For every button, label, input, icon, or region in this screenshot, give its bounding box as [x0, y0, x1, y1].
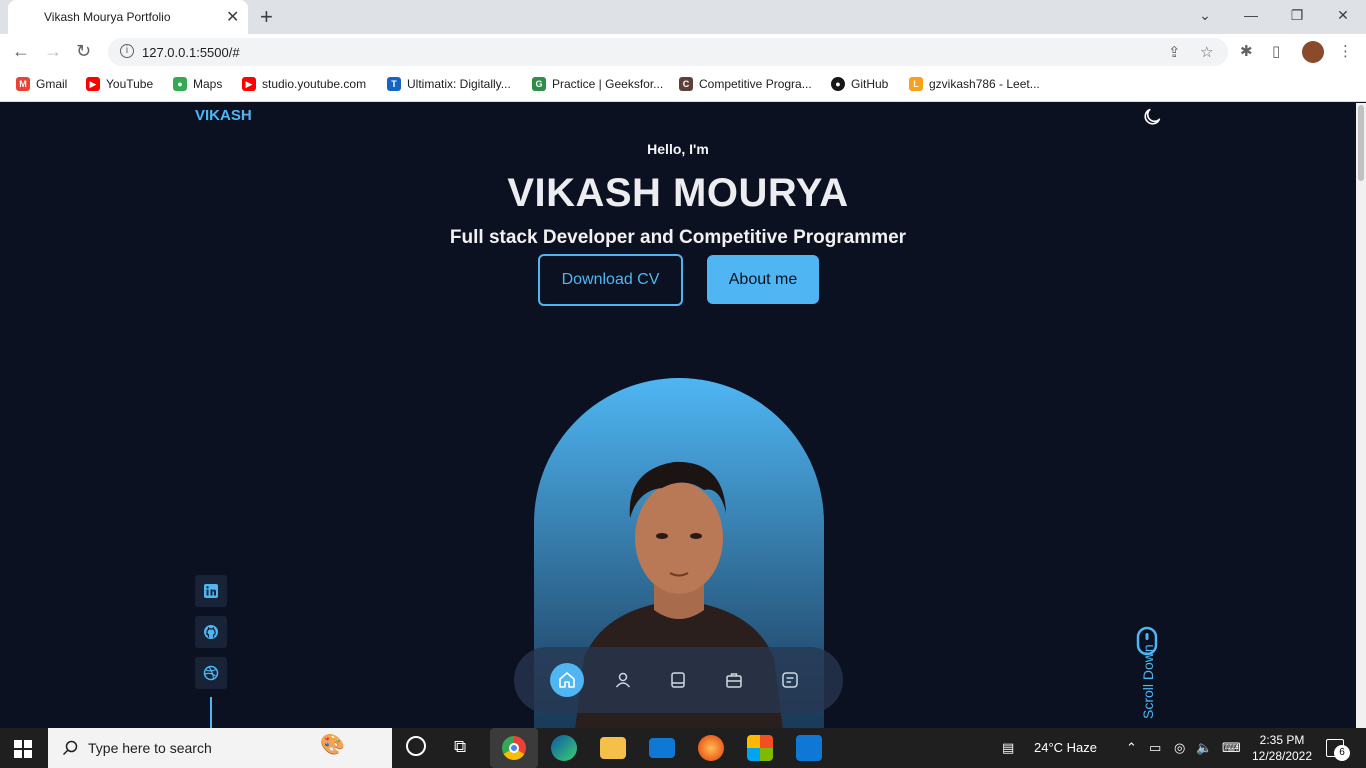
scroll-down-label[interactable]: Scroll Down: [1140, 623, 1156, 719]
firefox-icon[interactable]: [698, 735, 724, 761]
github-link[interactable]: [195, 616, 227, 648]
file-explorer-icon[interactable]: [600, 737, 626, 759]
tab-search-icon[interactable]: ⌄: [1182, 0, 1228, 34]
taskbar-chrome-active[interactable]: [490, 728, 538, 768]
user-icon: [615, 672, 631, 688]
bookmark-gmail[interactable]: M Gmail: [16, 77, 67, 91]
browser-tab-bar: Vikash Mourya Portfolio ✕ + ⌄ — ❐ ✕: [0, 0, 1366, 34]
windows-start-icon[interactable]: [14, 740, 32, 758]
github-icon: [204, 625, 218, 639]
chrome-menu-icon[interactable]: ⋮: [1338, 42, 1353, 60]
taskbar-clock[interactable]: 2:35 PM 12/28/2022: [1250, 732, 1314, 764]
browser-tab[interactable]: Vikash Mourya Portfolio ✕: [8, 0, 248, 34]
url-text[interactable]: 127.0.0.1:5500/#: [142, 45, 240, 60]
briefcase-icon: [726, 673, 742, 688]
window-controls: ⌄ — ❐ ✕: [1182, 0, 1366, 34]
close-window-button[interactable]: ✕: [1320, 0, 1366, 34]
bookmark-geeksforgeeks[interactable]: G Practice | Geeksfor...: [532, 77, 663, 91]
new-tab-button[interactable]: +: [260, 4, 273, 30]
meet-now-icon[interactable]: ◎: [1174, 740, 1185, 756]
tata-icon: T: [387, 77, 401, 91]
bookmark-maps[interactable]: ● Maps: [173, 77, 222, 91]
bookmark-youtube[interactable]: ▶ YouTube: [86, 77, 153, 91]
download-cv-button[interactable]: Download CV: [538, 254, 683, 306]
about-me-button[interactable]: About me: [707, 255, 819, 304]
nav-contact[interactable]: [773, 663, 807, 697]
nav-home[interactable]: [550, 663, 584, 697]
nav-portfolio[interactable]: [717, 663, 751, 697]
bottom-navigation: [514, 647, 843, 713]
profile-avatar[interactable]: [1302, 41, 1324, 63]
nav-about[interactable]: [606, 663, 640, 697]
reload-button[interactable]: ↻: [76, 41, 91, 62]
social-links: [195, 575, 227, 698]
forward-button[interactable]: →: [44, 41, 62, 62]
portfolio-page: VIKASH Hello, I'm VIKASH MOURYA Full sta…: [0, 103, 1356, 728]
minimize-button[interactable]: —: [1228, 0, 1274, 34]
share-icon[interactable]: ⇪: [1168, 43, 1181, 61]
linkedin-icon: [204, 584, 218, 598]
notification-count-badge: 6: [1334, 745, 1350, 761]
cc-icon: C: [679, 77, 693, 91]
github-icon: ●: [831, 77, 845, 91]
bookmark-star-icon[interactable]: ☆: [1200, 43, 1213, 61]
search-icon: [62, 740, 78, 756]
youtube-icon: ▶: [86, 77, 100, 91]
keyboard-icon[interactable]: ⌨: [1222, 740, 1241, 756]
bookmark-github[interactable]: ● GitHub: [831, 77, 888, 91]
hero-name: VIKASH MOURYA: [507, 171, 849, 215]
bookmark-competitive-programming[interactable]: C Competitive Progra...: [679, 77, 812, 91]
clock-date: 12/28/2022: [1251, 749, 1313, 763]
volume-icon[interactable]: 🔈: [1196, 740, 1212, 756]
book-icon: [671, 672, 685, 688]
tab-title: Vikash Mourya Portfolio: [44, 10, 171, 24]
dribbble-icon: [203, 665, 219, 681]
store-icon[interactable]: [747, 735, 773, 761]
message-icon: [782, 672, 798, 688]
bookmark-studio-youtube[interactable]: ▶ studio.youtube.com: [242, 77, 366, 91]
bookmark-ultimatix[interactable]: T Ultimatix: Digitally...: [387, 77, 511, 91]
cortana-icon[interactable]: [406, 736, 426, 756]
dribbble-link[interactable]: [195, 657, 227, 689]
leetcode-icon: L: [909, 77, 923, 91]
edge-icon[interactable]: [551, 735, 577, 761]
geeksforgeeks-icon: G: [532, 77, 546, 91]
bookmarks-bar: M Gmail ▶ YouTube ● Maps ▶ studio.youtube.co…: [0, 70, 1366, 102]
hero-role: Full stack Developer and Competitive Pro…: [449, 227, 907, 248]
taskbar-search-box[interactable]: Type here to search 🎨: [48, 728, 392, 768]
scrollbar-thumb[interactable]: [1358, 105, 1364, 181]
home-icon: [559, 672, 575, 688]
clock-time: 2:35 PM: [1259, 733, 1305, 747]
back-button[interactable]: ←: [12, 41, 30, 62]
tab-close-icon[interactable]: ✕: [226, 7, 239, 27]
studio-youtube-icon: ▶: [242, 77, 256, 91]
restore-button[interactable]: ❐: [1274, 0, 1320, 34]
extensions-icon[interactable]: ✱: [1240, 42, 1253, 60]
vscode-icon[interactable]: [796, 735, 822, 761]
mail-icon[interactable]: [649, 738, 675, 758]
nav-experience[interactable]: [661, 663, 695, 697]
weather-icon[interactable]: ▤: [1002, 740, 1014, 756]
weather-text[interactable]: 24°C Haze: [1034, 740, 1097, 755]
address-bar[interactable]: i 127.0.0.1:5500/# ⇪ ☆: [108, 38, 1228, 66]
site-info-icon[interactable]: i: [120, 44, 134, 58]
browser-toolbar: ← → ↻ i 127.0.0.1:5500/# ⇪ ☆ ✱ ▯ ⋮: [0, 34, 1366, 70]
battery-icon[interactable]: ▭: [1149, 740, 1161, 756]
tray-overflow-icon[interactable]: ⌃: [1126, 740, 1137, 756]
gmail-icon: M: [16, 77, 30, 91]
moon-icon[interactable]: [1141, 106, 1163, 128]
maps-icon: ●: [173, 77, 187, 91]
bookmark-leetcode[interactable]: Lgzvikash786 - Leet...: [909, 77, 1040, 91]
search-placeholder: Type here to search: [88, 740, 212, 756]
task-view-icon[interactable]: ⧉: [454, 737, 466, 757]
greeting-text: Hello, I'm: [647, 141, 709, 157]
search-highlight-icon: 🎨: [320, 734, 345, 756]
side-panel-icon[interactable]: ▯: [1272, 42, 1280, 60]
page-scrollbar[interactable]: [1356, 103, 1366, 728]
social-divider-line: [210, 697, 212, 728]
windows-taskbar: Type here to search 🎨 ⧉ ▤ 24°C Haze ⌃ ▭ …: [0, 728, 1366, 768]
linkedin-link[interactable]: [195, 575, 227, 607]
site-logo[interactable]: VIKASH: [195, 107, 252, 124]
